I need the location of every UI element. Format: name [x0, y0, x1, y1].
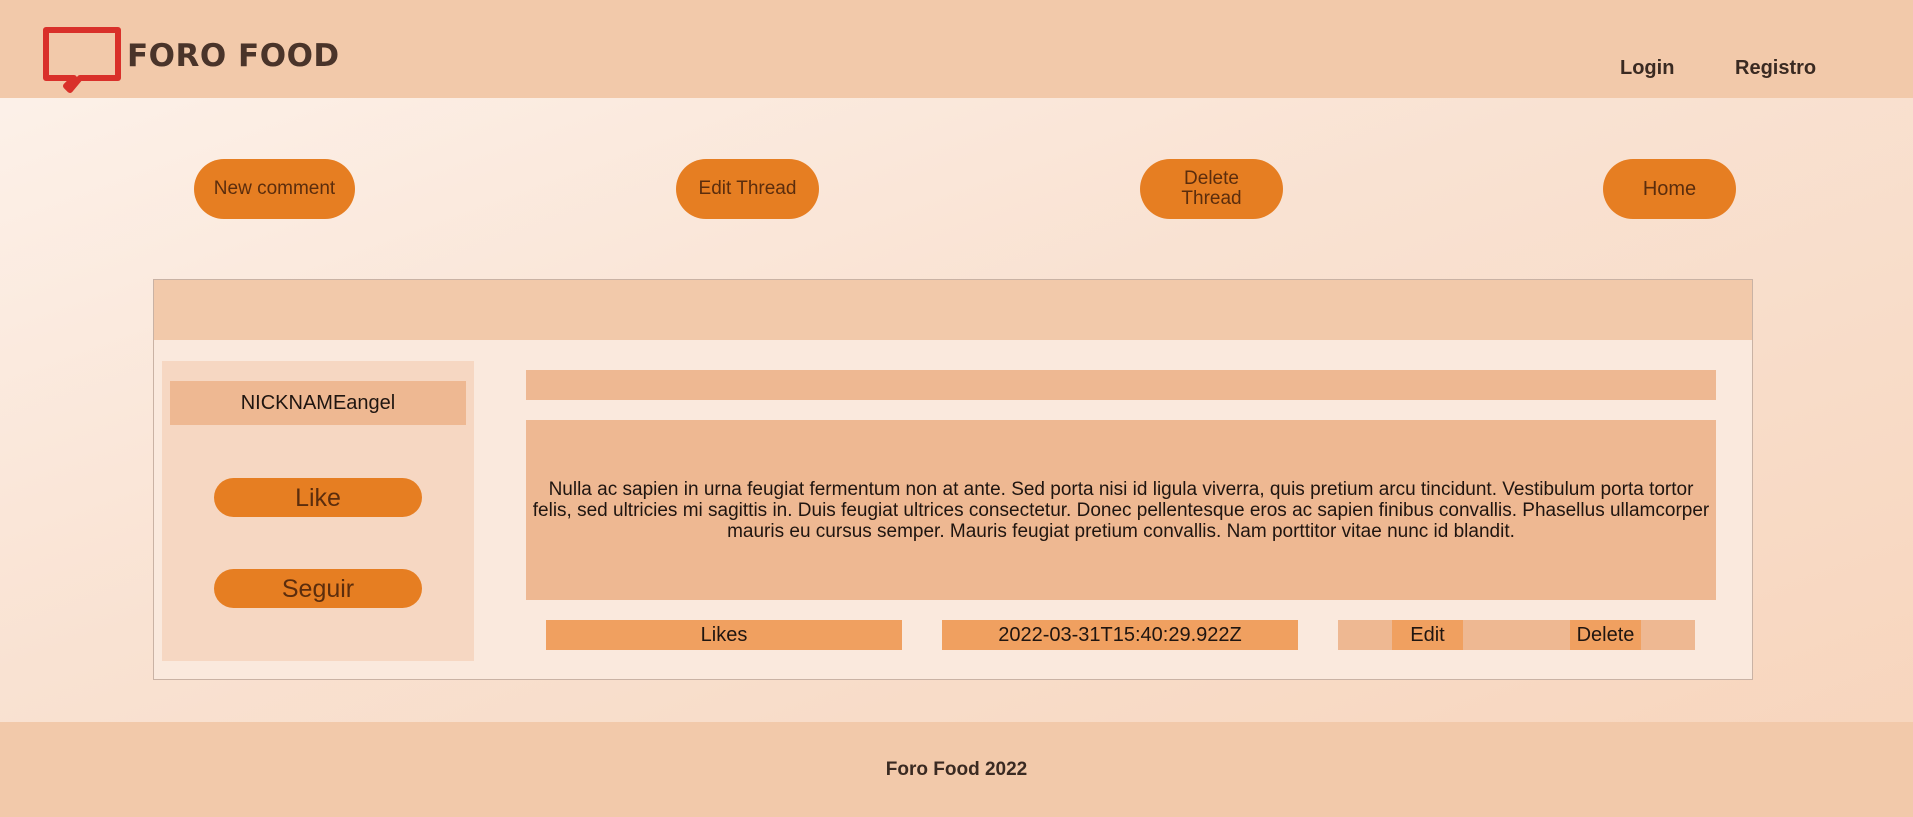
registro-link[interactable]: Registro	[1735, 57, 1816, 80]
home-button[interactable]: Home	[1603, 159, 1736, 219]
thread-timestamp: 2022-03-31T15:40:29.922Z	[942, 620, 1298, 650]
delete-button[interactable]: Delete	[1570, 620, 1641, 650]
thread-body: Nulla ac sapien in urna feugiat fermentu…	[526, 420, 1716, 600]
follow-button[interactable]: Seguir	[214, 569, 422, 608]
likes-count: Likes	[546, 620, 902, 650]
footer-text: Foro Food 2022	[885, 758, 1028, 780]
login-link[interactable]: Login	[1620, 57, 1674, 80]
author-panel: NICKNAMEangel Like Seguir	[162, 361, 474, 661]
thread-header	[154, 280, 1752, 340]
edit-thread-button[interactable]: Edit Thread	[676, 159, 819, 219]
comment-actions: Edit Delete	[1338, 620, 1695, 650]
chat-bubble-icon[interactable]	[42, 26, 122, 96]
logo-text[interactable]: FORO FOOD	[127, 38, 340, 74]
thread-card: NICKNAMEangel Like Seguir Nulla ac sapie…	[153, 279, 1753, 680]
new-comment-button[interactable]: New comment	[194, 159, 355, 219]
delete-thread-button[interactable]: Delete Thread	[1140, 159, 1283, 219]
thread-title	[526, 370, 1716, 400]
edit-button[interactable]: Edit	[1392, 620, 1463, 650]
like-button[interactable]: Like	[214, 478, 422, 517]
site-footer: Foro Food 2022	[0, 722, 1913, 817]
author-nickname: NICKNAMEangel	[170, 381, 466, 425]
site-header: FORO FOOD Login Registro	[0, 0, 1913, 98]
